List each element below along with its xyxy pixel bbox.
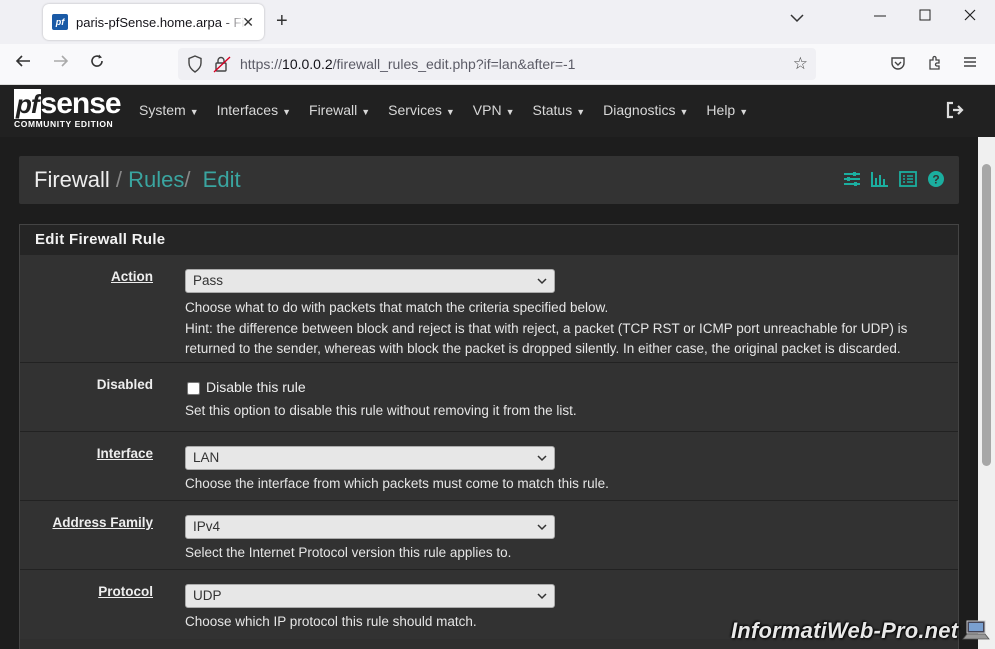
sliders-icon[interactable] [843, 170, 861, 193]
pfsense-logo[interactable]: pfsense COMMUNITY EDITION [14, 89, 122, 129]
list-icon[interactable] [899, 170, 917, 193]
breadcrumb-rules[interactable]: Rules [128, 167, 184, 192]
address-family-label[interactable]: Address Family [52, 515, 153, 530]
interface-label[interactable]: Interface [97, 446, 153, 461]
disable-rule-checkbox-label[interactable]: Disable this rule [206, 379, 306, 395]
bar-chart-icon[interactable] [871, 170, 889, 193]
address-bar[interactable]: https://10.0.0.2/firewall_rules_edit.php… [178, 48, 816, 80]
address-family-row: Address Family IPv4 Select the Internet … [20, 501, 958, 570]
action-row: Action Pass Choose what to do with packe… [20, 255, 958, 363]
interface-select[interactable]: LAN [185, 446, 555, 470]
logout-icon[interactable] [945, 101, 965, 124]
address-family-select[interactable]: IPv4 [185, 515, 555, 539]
browser-tab-strip: pf paris-pfSense.home.arpa - Firewall: R… [0, 0, 995, 44]
disabled-help: Set this option to disable this rule wit… [185, 403, 577, 418]
forward-arrow-icon[interactable] [52, 53, 70, 74]
menu-vpn[interactable]: VPN ▼ [473, 102, 515, 118]
action-select[interactable]: Pass [185, 269, 555, 293]
browser-nav-bar: https://10.0.0.2/firewall_rules_edit.php… [0, 44, 995, 85]
menu-services[interactable]: Services ▼ [388, 102, 455, 118]
main-menu: System ▼ Interfaces ▼ Firewall ▼ Services ▼ … [139, 102, 766, 118]
hamburger-menu-icon[interactable] [963, 55, 977, 74]
watermark-laptop-icon [962, 620, 990, 640]
protocol-label[interactable]: Protocol [98, 584, 153, 599]
maximize-icon[interactable] [919, 8, 931, 26]
disable-rule-checkbox[interactable] [187, 382, 200, 395]
tab-close-icon[interactable]: ✕ [242, 14, 254, 31]
pfsense-favicon-icon: pf [52, 14, 68, 30]
reload-icon[interactable] [89, 53, 105, 74]
action-label[interactable]: Action [111, 269, 153, 284]
close-window-icon[interactable] [964, 8, 976, 26]
pfsense-header: pfsense COMMUNITY EDITION System ▼ Interf… [0, 85, 995, 137]
tab-title: paris-pfSense.home.arpa - Firewall: Rule… [76, 14, 246, 30]
disabled-row: Disabled Disable this rule Set this opti… [20, 363, 958, 432]
tracking-shield-icon[interactable] [187, 55, 203, 78]
new-tab-button[interactable]: + [276, 10, 288, 32]
breadcrumb-edit[interactable]: Edit [203, 167, 241, 192]
svg-text:?: ? [932, 173, 939, 187]
minimize-icon[interactable] [874, 8, 886, 26]
disabled-label: Disabled [96, 377, 153, 392]
menu-diagnostics[interactable]: Diagnostics ▼ [603, 102, 688, 118]
page-content: Firewall / Rules/ Edit ? Edit Firewall R… [0, 137, 978, 649]
breadcrumb-firewall: Firewall [34, 167, 110, 192]
page-scrollbar[interactable] [978, 137, 995, 649]
url-text: https://10.0.0.2/firewall_rules_edit.php… [240, 56, 576, 72]
action-help: Choose what to do with packets that matc… [185, 300, 908, 356]
watermark: InformatiWeb-Pro.net [731, 618, 959, 643]
chevron-down-icon [537, 589, 547, 604]
back-arrow-icon[interactable] [14, 53, 32, 74]
extensions-puzzle-icon[interactable] [927, 55, 943, 76]
menu-help[interactable]: Help ▼ [706, 102, 748, 118]
chevron-down-icon [537, 451, 547, 466]
menu-system[interactable]: System ▼ [139, 102, 199, 118]
address-family-help: Select the Internet Protocol version thi… [185, 545, 512, 560]
chevron-down-icon [537, 274, 547, 289]
breadcrumb-bar: Firewall / Rules/ Edit ? [19, 156, 959, 204]
insecure-lock-icon[interactable] [213, 55, 231, 78]
breadcrumb: Firewall / Rules/ Edit [34, 167, 241, 192]
scrollbar-thumb[interactable] [982, 164, 991, 466]
edit-rule-panel: Edit Firewall Rule Action Pass Choose wh… [19, 224, 959, 649]
help-question-icon[interactable]: ? [927, 170, 945, 193]
protocol-select[interactable]: UDP [185, 584, 555, 608]
tab-list-chevron-icon[interactable] [790, 10, 804, 27]
chevron-down-icon [537, 520, 547, 535]
breadcrumb-icons: ? [843, 170, 945, 193]
menu-status[interactable]: Status ▼ [533, 102, 586, 118]
menu-interfaces[interactable]: Interfaces ▼ [217, 102, 291, 118]
panel-title: Edit Firewall Rule [20, 225, 958, 255]
logo-subtitle: COMMUNITY EDITION [14, 119, 114, 129]
menu-firewall[interactable]: Firewall ▼ [309, 102, 370, 118]
pocket-icon[interactable] [890, 55, 906, 76]
browser-tab[interactable]: pf paris-pfSense.home.arpa - Firewall: R… [43, 4, 264, 40]
bookmark-star-icon[interactable]: ☆ [793, 54, 808, 74]
interface-help: Choose the interface from which packets … [185, 476, 609, 491]
interface-row: Interface LAN Choose the interface from … [20, 432, 958, 501]
